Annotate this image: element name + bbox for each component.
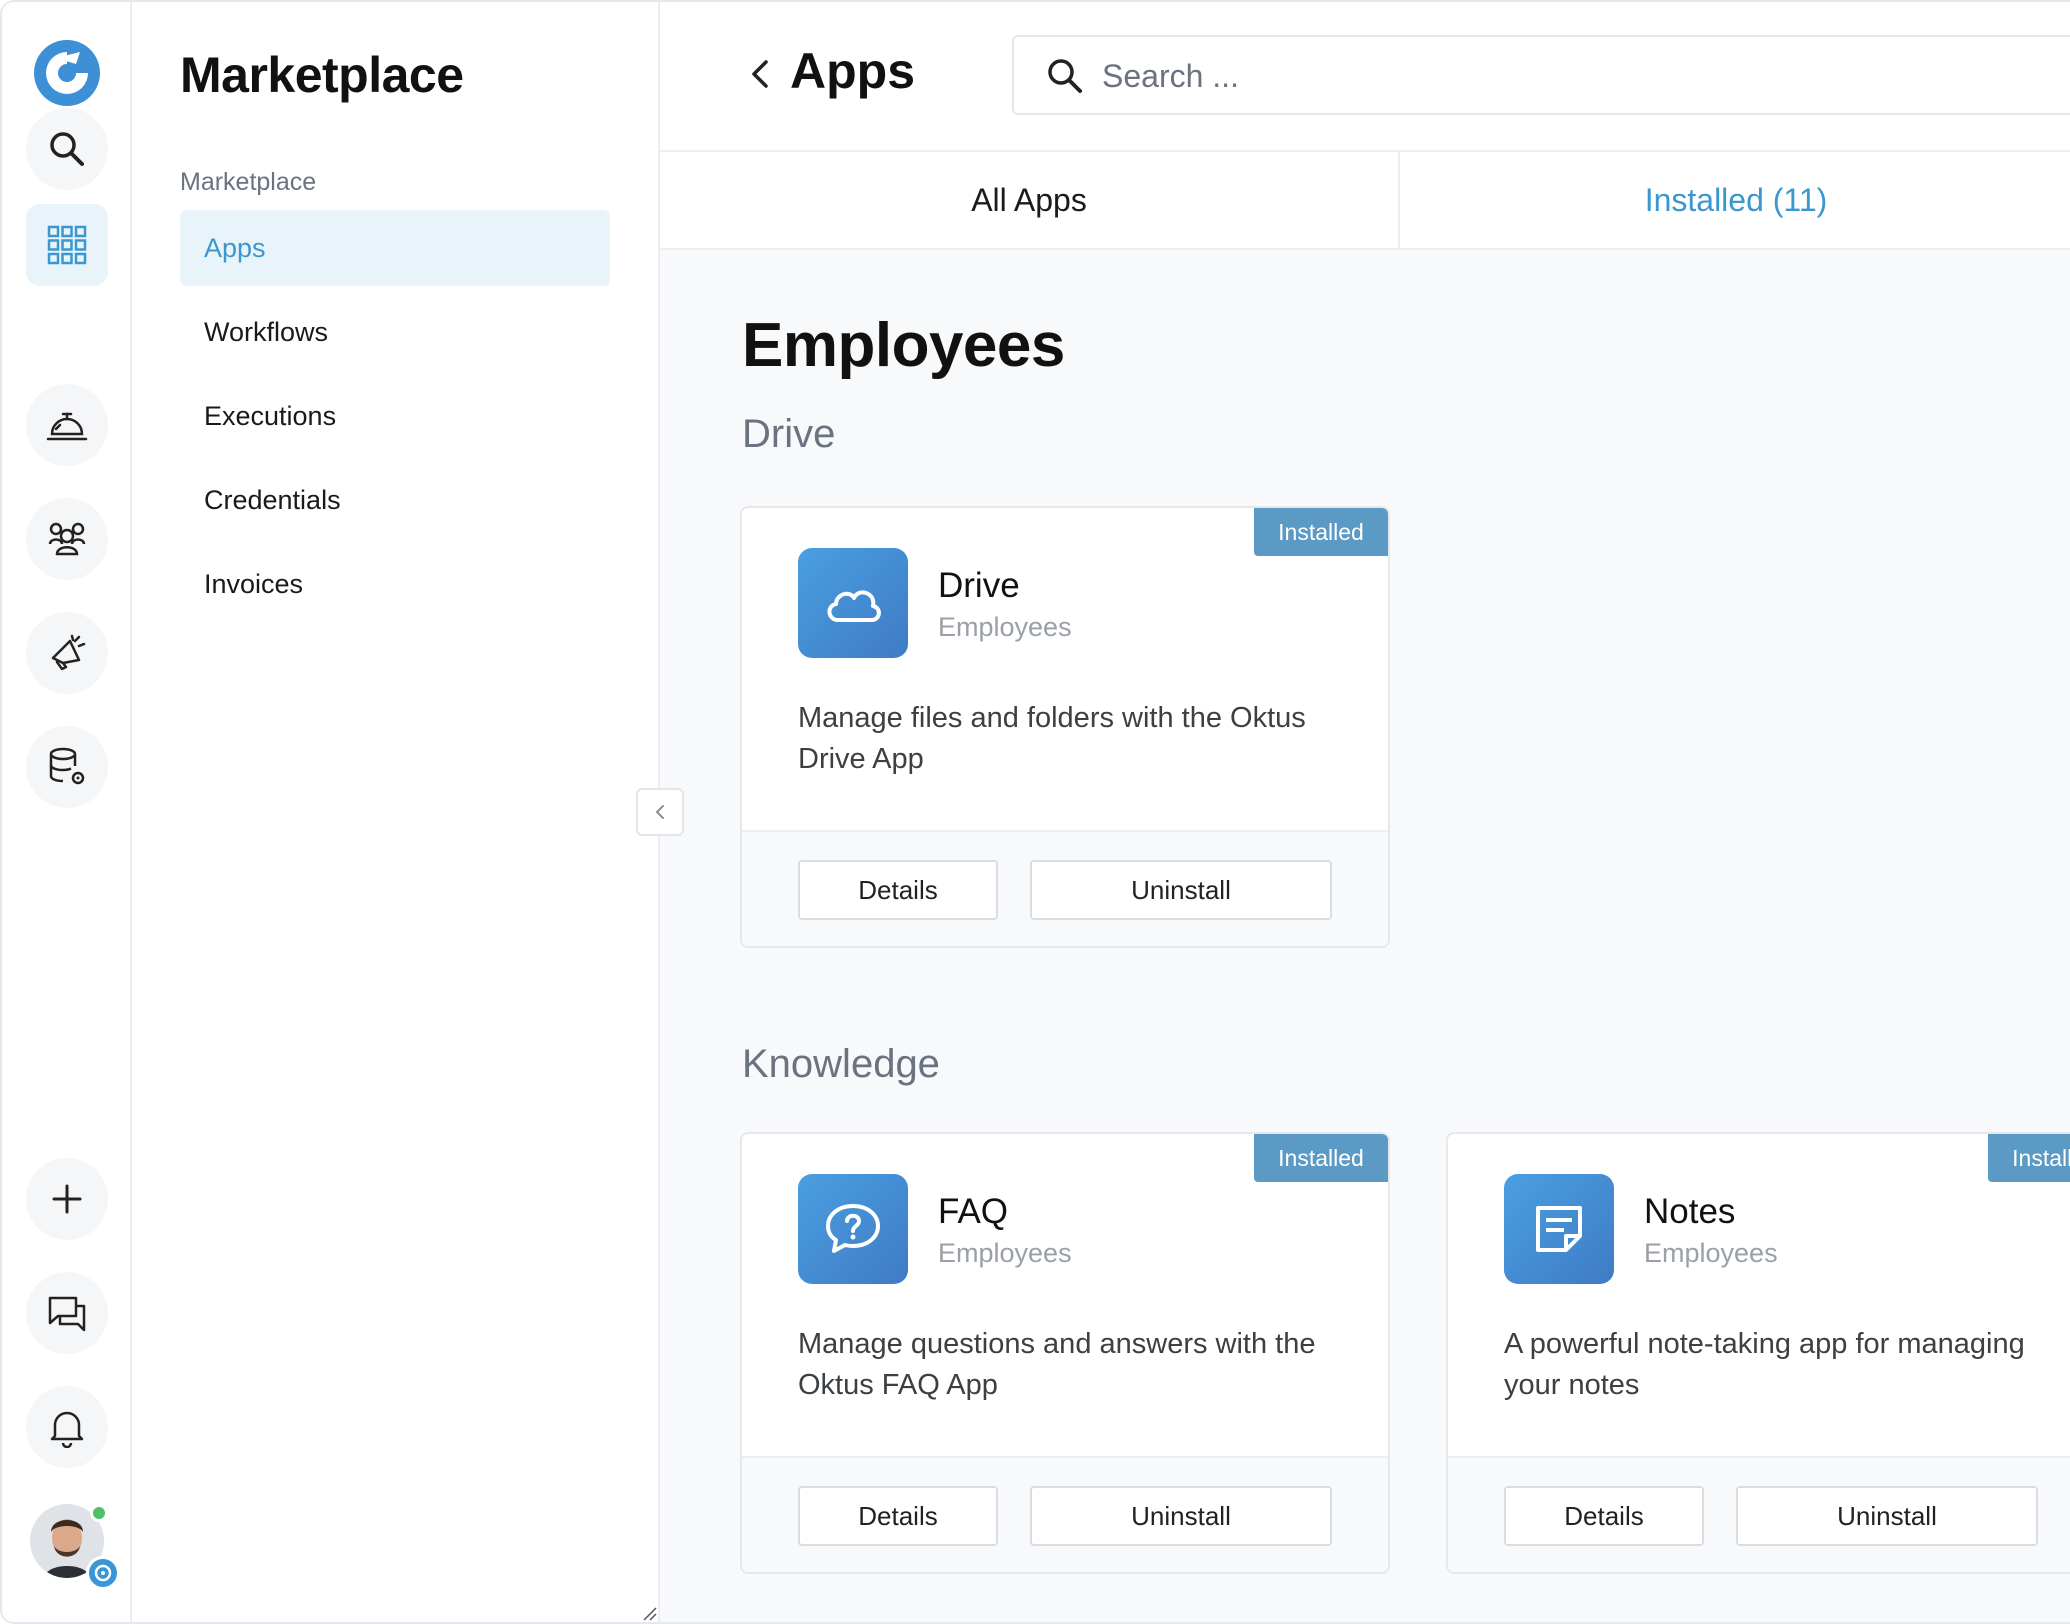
- megaphone-icon: [51, 634, 86, 671]
- online-status-indicator: [90, 1504, 108, 1522]
- app-category: Employees: [938, 612, 1072, 642]
- rail-data-button[interactable]: [26, 726, 108, 808]
- uninstall-button[interactable]: Uninstall: [1030, 860, 1332, 920]
- tab-installed[interactable]: Installed (11): [1400, 152, 2070, 248]
- app-card-faq: Installed FAQ Employees Manage questions…: [740, 1132, 1390, 1574]
- tab-bar: All Apps Installed (11): [660, 152, 2070, 250]
- uninstall-button[interactable]: Uninstall: [1736, 1486, 2038, 1546]
- sidebar-item-workflows[interactable]: Workflows: [180, 294, 610, 370]
- page-title: Apps: [790, 43, 915, 99]
- faq-bubble-icon: [826, 1204, 880, 1253]
- app-card-notes: Installed Notes Employees A powerful not…: [1446, 1132, 2070, 1574]
- sidebar-item-label: Credentials: [204, 484, 341, 515]
- rail-apps-button[interactable]: [26, 204, 108, 286]
- details-button[interactable]: Details: [798, 1486, 998, 1546]
- sidebar-group-label: Marketplace: [180, 168, 317, 196]
- app-category: Employees: [1644, 1238, 1778, 1268]
- chat-icon: [48, 1296, 86, 1332]
- card-footer: Details Uninstall: [742, 1456, 1388, 1572]
- rail-service-button[interactable]: [26, 384, 108, 466]
- rail-team-button[interactable]: [26, 498, 108, 580]
- bell-icon: [50, 1411, 84, 1448]
- sidebar-item-label: Executions: [204, 400, 337, 431]
- sidebar-item-executions[interactable]: Executions: [180, 378, 610, 454]
- sidebar-item-apps[interactable]: Apps: [180, 210, 610, 286]
- rail-campaigns-button[interactable]: [26, 612, 108, 694]
- sidebar-title: Marketplace: [180, 47, 464, 103]
- installed-badge: Installed: [1254, 1134, 1388, 1182]
- sidebar-item-invoices[interactable]: Invoices: [180, 546, 610, 622]
- oktus-badge-icon: [86, 1556, 120, 1590]
- app-description: Manage questions and answers with the Ok…: [798, 1328, 1316, 1401]
- user-avatar[interactable]: [30, 1504, 120, 1590]
- category-title-knowledge: Knowledge: [742, 1042, 940, 1086]
- app-name: Notes: [1644, 1192, 1736, 1231]
- oktus-logo-icon[interactable]: [32, 38, 102, 108]
- rail-add-button[interactable]: [26, 1158, 108, 1240]
- chevron-left-icon: [655, 805, 664, 819]
- app-description: A powerful note-taking app for managing …: [1504, 1328, 2025, 1401]
- page-header: Apps: [660, 2, 2070, 152]
- app-description: Manage files and folders with the Oktus …: [798, 702, 1306, 775]
- resize-handle[interactable]: [638, 1602, 658, 1622]
- sidebar-item-label: Apps: [204, 232, 266, 263]
- search-box: [1012, 35, 2070, 115]
- marketplace-sidebar: Marketplace Marketplace Apps Workflows E…: [132, 2, 660, 1622]
- search-input[interactable]: [1102, 49, 2002, 103]
- resize-grip-icon: [643, 1607, 657, 1621]
- chevron-left-icon: [752, 60, 768, 88]
- icon-rail: [2, 2, 132, 1622]
- cloud-icon: [827, 590, 881, 622]
- sidebar-item-credentials[interactable]: Credentials: [180, 462, 610, 538]
- installed-badge: Installed: [1988, 1134, 2070, 1182]
- app-card-drive: Installed Drive Employees Manage files a…: [740, 506, 1390, 948]
- rail-chat-button[interactable]: [26, 1272, 108, 1354]
- back-button[interactable]: [740, 54, 780, 94]
- service-bell-icon: [46, 412, 88, 441]
- uninstall-button[interactable]: Uninstall: [1030, 1486, 1332, 1546]
- app-name: Drive: [938, 566, 1020, 605]
- app-icon: [798, 548, 908, 658]
- team-icon: [48, 522, 86, 556]
- rail-search-button[interactable]: [26, 108, 108, 190]
- details-button[interactable]: Details: [1504, 1486, 1704, 1546]
- note-icon: [1536, 1206, 1582, 1252]
- sidebar-item-label: Invoices: [204, 568, 304, 599]
- app-name: FAQ: [938, 1192, 1009, 1231]
- tab-all-apps[interactable]: All Apps: [660, 152, 1400, 248]
- app-category: Employees: [938, 1238, 1072, 1268]
- apps-grid-icon: [47, 225, 87, 265]
- database-settings-icon: [49, 747, 85, 785]
- details-button[interactable]: Details: [798, 860, 998, 920]
- collapse-sidebar-button[interactable]: [636, 788, 684, 836]
- category-title-drive: Drive: [742, 412, 836, 456]
- installed-badge: Installed: [1254, 508, 1388, 556]
- search-icon: [50, 132, 84, 166]
- plus-icon: [52, 1184, 82, 1214]
- search-icon: [1048, 59, 1082, 93]
- app-window: Marketplace Marketplace Apps Workflows E…: [0, 0, 2070, 1624]
- section-title: Employees: [742, 311, 1065, 380]
- app-icon: [1504, 1174, 1614, 1284]
- sidebar-item-label: Workflows: [204, 316, 329, 347]
- card-footer: Details Uninstall: [1448, 1456, 2070, 1572]
- app-icon: [798, 1174, 908, 1284]
- rail-notifications-button[interactable]: [26, 1386, 108, 1468]
- main-content: Apps All Apps Installed (11) Employees D…: [660, 2, 2070, 1622]
- card-footer: Details Uninstall: [742, 830, 1388, 946]
